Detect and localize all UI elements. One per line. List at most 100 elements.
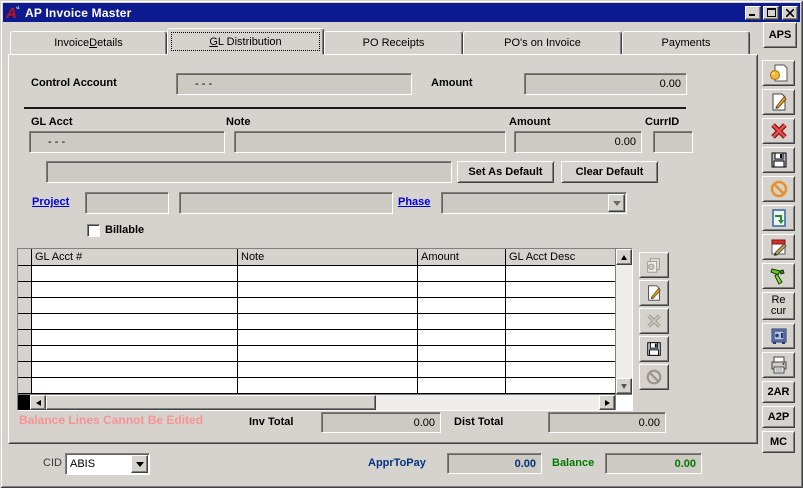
minimize-button[interactable] xyxy=(745,6,761,20)
phase-link[interactable]: Phase xyxy=(398,196,430,208)
scroll-down-button[interactable] xyxy=(616,378,632,394)
table-row[interactable] xyxy=(18,314,615,330)
table-row[interactable] xyxy=(18,346,615,362)
scroll-right-button[interactable] xyxy=(599,395,615,410)
phase-dropdown-button[interactable] xyxy=(608,194,625,212)
tools-button[interactable] xyxy=(762,263,795,289)
grid-header-note[interactable]: Note xyxy=(238,249,418,265)
x-icon xyxy=(645,312,663,330)
note-field[interactable] xyxy=(234,131,506,153)
scrollbar-corner-block xyxy=(18,395,30,410)
grid-action-buttons xyxy=(639,252,669,390)
close-button[interactable] xyxy=(782,6,798,20)
print-button[interactable] xyxy=(762,352,795,378)
project-desc-field[interactable] xyxy=(179,192,393,214)
grid-cell xyxy=(32,330,238,345)
grid-delete-button[interactable] xyxy=(639,308,669,334)
grid-duplicate-button[interactable] xyxy=(639,252,669,278)
grid-cell xyxy=(238,266,418,281)
grid-cell xyxy=(418,378,506,393)
scroll-left-button[interactable] xyxy=(30,395,46,410)
memo-pen-icon xyxy=(769,237,789,257)
table-row[interactable] xyxy=(18,378,615,394)
memo-button[interactable] xyxy=(762,234,795,260)
save-button[interactable] xyxy=(762,147,795,173)
tab-gl-distribution[interactable]: GL Distribution xyxy=(167,28,324,55)
grid-cell xyxy=(238,314,418,329)
grid-header-amount[interactable]: Amount xyxy=(418,249,506,265)
currid-label: CurrID xyxy=(645,116,679,128)
grid-vertical-scrollbar[interactable] xyxy=(615,249,632,394)
tab-pos-on-invoice[interactable]: PO's on Invoice xyxy=(463,31,622,55)
gl-desc-field[interactable] xyxy=(46,161,452,183)
horizontal-scroll-thumb[interactable] xyxy=(46,395,376,410)
project-link[interactable]: Project xyxy=(32,196,69,208)
cid-dropdown-button[interactable] xyxy=(131,455,148,473)
grid-header-gl-acct-desc[interactable]: GL Acct Desc xyxy=(506,249,615,265)
grid-save-button[interactable] xyxy=(639,336,669,362)
appr-to-pay-field: 0.00 xyxy=(447,453,542,474)
grid-cell xyxy=(506,266,615,281)
edit-button[interactable] xyxy=(762,89,795,115)
grid-cell xyxy=(238,330,418,345)
right-toolbar: Re cur 2AR A2P MC xyxy=(762,60,795,453)
horizontal-scroll-track[interactable] xyxy=(376,395,599,410)
row-selector-cell xyxy=(18,378,32,393)
gl-acct-label: GL Acct xyxy=(31,116,73,128)
table-row[interactable] xyxy=(18,298,615,314)
printer-icon xyxy=(769,355,789,375)
to-mc-button[interactable]: MC xyxy=(762,431,795,453)
grid-cell xyxy=(506,314,615,329)
table-row[interactable] xyxy=(18,330,615,346)
page-pencil-icon xyxy=(645,284,663,302)
safe-button[interactable] xyxy=(762,323,795,349)
aps-button[interactable]: APS xyxy=(763,22,797,48)
import-document-button[interactable] xyxy=(762,205,795,231)
row-selector-cell xyxy=(18,266,32,281)
row-selector-cell xyxy=(18,346,32,361)
grid-cell xyxy=(238,282,418,297)
line-amount-label: Amount xyxy=(509,116,551,128)
cancel-button[interactable] xyxy=(762,176,795,202)
new-record-icon xyxy=(769,63,789,83)
grid-cell xyxy=(238,298,418,313)
scroll-up-button[interactable] xyxy=(616,249,632,265)
project-field[interactable] xyxy=(85,192,169,214)
triangle-right-icon xyxy=(605,400,610,406)
triangle-down-icon xyxy=(621,384,627,389)
clear-default-button[interactable]: Clear Default xyxy=(561,161,658,183)
grid-rows xyxy=(18,266,615,394)
control-account-field[interactable]: - - - xyxy=(176,73,412,95)
table-row[interactable] xyxy=(18,266,615,282)
new-record-button[interactable] xyxy=(762,60,795,86)
table-row[interactable] xyxy=(18,282,615,298)
grid-header-gl-acct[interactable]: GL Acct # xyxy=(32,249,238,265)
cid-combobox[interactable]: ABIS xyxy=(65,453,150,475)
gl-acct-field[interactable]: - - - xyxy=(29,131,225,153)
grid-corner-cell xyxy=(18,249,32,265)
scrollbar-white-corner xyxy=(615,395,632,410)
to-2ar-button[interactable]: 2AR xyxy=(762,381,795,403)
tab-po-receipts[interactable]: PO Receipts xyxy=(324,31,463,55)
tab-invoice-details[interactable]: Invoice Details xyxy=(10,31,167,55)
phase-combobox[interactable] xyxy=(441,192,627,214)
currid-field[interactable] xyxy=(653,131,693,153)
line-amount-field[interactable]: 0.00 xyxy=(514,131,642,153)
table-row[interactable] xyxy=(18,362,615,378)
cancel-icon xyxy=(769,179,789,199)
grid-cell xyxy=(418,314,506,329)
cid-label: CID xyxy=(43,457,62,469)
delete-button[interactable] xyxy=(762,118,795,144)
maximize-icon xyxy=(767,8,776,17)
grid-horizontal-scrollbar[interactable] xyxy=(18,394,632,410)
grid-edit-button[interactable] xyxy=(639,280,669,306)
to-a2p-button[interactable]: A2P xyxy=(762,406,795,428)
billable-checkbox[interactable] xyxy=(87,224,100,237)
recurring-button[interactable]: Re cur xyxy=(762,292,795,320)
tab-payments[interactable]: Payments xyxy=(622,31,750,55)
amount-field[interactable]: 0.00 xyxy=(524,73,687,95)
set-as-default-button[interactable]: Set As Default xyxy=(457,161,554,183)
grid-cancel-button[interactable] xyxy=(639,364,669,390)
grid-cell xyxy=(418,362,506,377)
maximize-button[interactable] xyxy=(763,6,779,20)
